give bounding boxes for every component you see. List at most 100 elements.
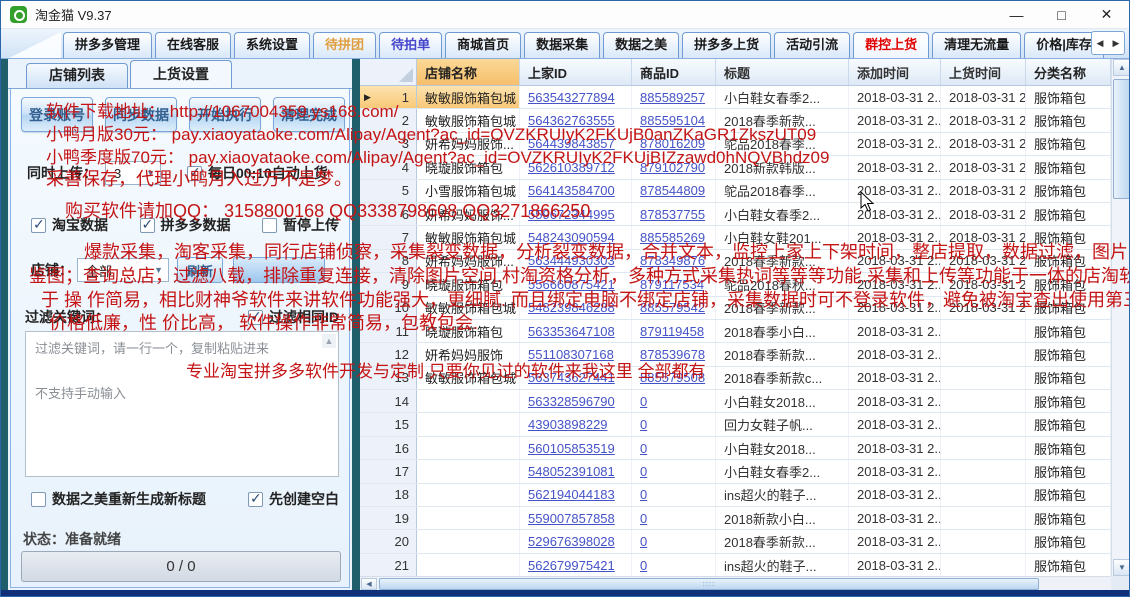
tab-拼多多上货[interactable]: 拼多多上货 [682, 32, 771, 58]
item-id-link[interactable]: 878544809 [640, 183, 705, 198]
header-upload-time[interactable]: 上货时间 [941, 59, 1026, 85]
cell-added-time[interactable]: 2018-03-31 2... [849, 320, 941, 342]
cell-category[interactable]: 服饰箱包 [1026, 367, 1111, 389]
cell-added-time[interactable]: 2018-03-31 2... [849, 180, 941, 202]
table-row[interactable]: 145633285967900小白鞋女2018...2018-03-31 2..… [360, 390, 1111, 413]
table-row[interactable]: 15439038982290回力女鞋子帆...2018-03-31 2...服饰… [360, 413, 1111, 436]
cell-seller-id[interactable]: 562194044183 [520, 484, 632, 506]
cell-upload-time[interactable] [941, 390, 1026, 412]
cell-title[interactable]: ins超火的鞋子... [716, 554, 849, 576]
table-row[interactable]: 185621940441830ins超火的鞋子...2018-03-31 2..… [360, 484, 1111, 507]
close-button[interactable]: ✕ [1084, 1, 1129, 28]
cell-added-time[interactable]: 2018-03-31 2... [849, 86, 941, 108]
cell-upload-time[interactable] [941, 343, 1026, 365]
cell-category[interactable]: 服饰箱包 [1026, 343, 1111, 365]
cell-seller-id[interactable]: 562679975421 [520, 554, 632, 576]
item-id-link[interactable]: 0 [640, 417, 647, 432]
tab-群控上货[interactable]: 群控上货 [853, 32, 929, 58]
cell-store-name[interactable] [417, 484, 520, 506]
cell-seller-id[interactable]: 43903898229 [520, 413, 632, 435]
cell-item-id[interactable]: 0 [632, 437, 716, 459]
cell-store-name[interactable] [417, 530, 520, 552]
filter-keywords-textarea[interactable]: 过滤关键词，请一行一个，复制粘贴进来 不支持手动输入 ▲ [25, 331, 339, 477]
table-row[interactable]: 215626799754210ins超火的鞋子...2018-03-31 2..… [360, 554, 1111, 576]
cell-added-time[interactable]: 2018-03-31 2... [849, 507, 941, 529]
cell-title[interactable]: 小白鞋女2018... [716, 390, 849, 412]
cell-added-time[interactable]: 2018-03-31 2... [849, 413, 941, 435]
cell-item-id[interactable]: 878544809 [632, 180, 716, 202]
cell-category[interactable]: 服饰箱包 [1026, 109, 1111, 131]
cell-category[interactable]: 服饰箱包 [1026, 203, 1111, 225]
cell-category[interactable]: 服饰箱包 [1026, 133, 1111, 155]
cell-title[interactable]: 2018春季新款... [716, 343, 849, 365]
table-row[interactable]: 175480523910810小白鞋女春季2...2018-03-31 2...… [360, 460, 1111, 483]
header-category[interactable]: 分类名称 [1026, 59, 1111, 85]
cell-title[interactable]: 小白鞋女春季2... [716, 460, 849, 482]
cell-upload-time[interactable] [941, 484, 1026, 506]
tab-在线客服[interactable]: 在线客服 [155, 32, 231, 58]
minimize-button[interactable]: — [994, 1, 1039, 28]
item-id-link[interactable]: 0 [640, 487, 647, 502]
cell-category[interactable]: 服饰箱包 [1026, 180, 1111, 202]
cell-upload-time[interactable] [941, 530, 1026, 552]
tab-upload-settings[interactable]: 上货设置 [130, 60, 232, 88]
cell-added-time[interactable]: 2018-03-31 2... [849, 484, 941, 506]
scroll-left-icon[interactable]: ◀ [361, 578, 377, 590]
cell-added-time[interactable]: 2018-03-31 2... [849, 460, 941, 482]
item-id-link[interactable]: 0 [640, 464, 647, 479]
row-number-cell[interactable]: 14 [360, 390, 417, 412]
table-row[interactable]: 2052967639802802018春季新款...2018-03-31 2..… [360, 530, 1111, 553]
horizontal-scrollbar[interactable]: ◀ ∷∷ [360, 576, 1111, 590]
cell-seller-id[interactable]: 529676398028 [520, 530, 632, 552]
cell-seller-id[interactable]: 560105853519 [520, 437, 632, 459]
cell-store-name[interactable]: 敏敏服饰箱包城 [417, 86, 520, 108]
item-id-link[interactable]: 879119458 [640, 324, 704, 339]
scroll-up-icon[interactable]: ▲ [1113, 59, 1130, 76]
seller-id-link[interactable]: 43903898229 [528, 417, 608, 432]
cell-store-name[interactable] [417, 554, 520, 576]
item-id-link[interactable]: 878537755 [640, 207, 705, 222]
cell-upload-time[interactable]: 2018-03-31 2... [941, 156, 1026, 178]
cell-item-id[interactable]: 0 [632, 507, 716, 529]
cell-upload-time[interactable] [941, 437, 1026, 459]
cell-seller-id[interactable]: 563543277894 [520, 86, 632, 108]
cell-category[interactable]: 服饰箱包 [1026, 320, 1111, 342]
cell-upload-time[interactable]: 2018-03-31 2... [941, 133, 1026, 155]
vertical-scrollbar[interactable]: ▲ ▼ [1111, 59, 1130, 576]
row-number-cell[interactable]: 18 [360, 484, 417, 506]
table-corner-cell[interactable] [360, 59, 417, 85]
cell-added-time[interactable]: 2018-03-31 2... [849, 367, 941, 389]
cell-title[interactable]: 小白鞋女春季2... [716, 203, 849, 225]
cell-store-name[interactable] [417, 437, 520, 459]
cell-item-id[interactable]: 0 [632, 530, 716, 552]
table-row[interactable]: 1▶敏敏服饰箱包城563543277894885589257小白鞋女春季2...… [360, 86, 1111, 109]
taobao-data-checkbox[interactable] [31, 218, 46, 233]
tab-scroll-left-icon[interactable]: ◀ [1097, 38, 1104, 49]
cell-category[interactable]: 服饰箱包 [1026, 460, 1111, 482]
seller-id-link[interactable]: 529676398028 [528, 534, 615, 549]
cell-store-name[interactable] [417, 460, 520, 482]
tab-scroll-right-icon[interactable]: ▶ [1113, 38, 1120, 49]
cell-title[interactable]: 2018新款小白... [716, 507, 849, 529]
seller-id-link[interactable]: 564143584700 [528, 183, 615, 198]
row-number-cell[interactable]: 20 [360, 530, 417, 552]
header-store-name[interactable]: 店铺名称 [417, 59, 520, 85]
item-id-link[interactable]: 885589257 [640, 90, 705, 105]
tab-系统设置[interactable]: 系统设置 [234, 32, 310, 58]
header-seller-id[interactable]: 上家ID [520, 59, 632, 85]
cell-item-id[interactable]: 0 [632, 554, 716, 576]
tab-shop-list[interactable]: 店铺列表 [26, 63, 128, 88]
item-id-link[interactable]: 0 [640, 558, 647, 573]
seller-id-link[interactable]: 548052391081 [528, 464, 615, 479]
cell-upload-time[interactable] [941, 460, 1026, 482]
table-row[interactable]: 1955900785785802018新款小白...2018-03-31 2..… [360, 507, 1111, 530]
cell-added-time[interactable]: 2018-03-31 2... [849, 530, 941, 552]
cell-seller-id[interactable]: 548052391081 [520, 460, 632, 482]
scroll-down-icon[interactable]: ▼ [1113, 559, 1130, 576]
header-title[interactable]: 标题 [716, 59, 849, 85]
row-number-cell[interactable]: 21 [360, 554, 417, 576]
cell-title[interactable]: 回力女鞋子帆... [716, 413, 849, 435]
row-number-cell[interactable]: 16 [360, 437, 417, 459]
row-number-cell[interactable]: 19 [360, 507, 417, 529]
seller-id-link[interactable]: 563353647108 [528, 324, 615, 339]
